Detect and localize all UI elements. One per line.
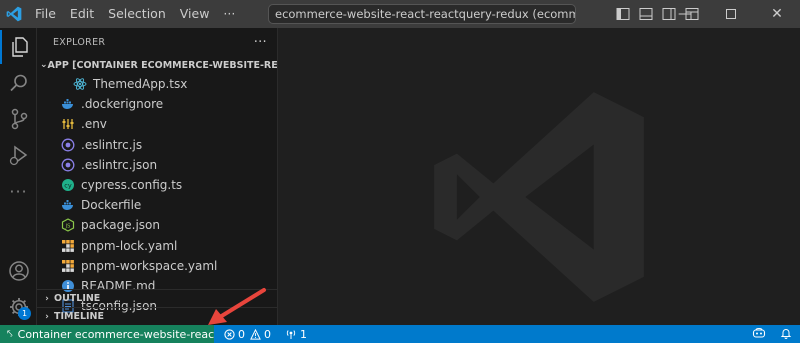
file-label: ThemedApp.tsx [93,77,188,92]
eslint-icon [61,138,75,152]
file-pnpm-workspace[interactable]: pnpm-workspace.yaml [37,256,277,276]
chevron-down-icon: ⌄ [40,60,48,70]
file-dockerignore[interactable]: .dockerignore [37,94,277,114]
file-tree: ThemedApp.tsx .dockerignore .env .eslint… [37,74,277,316]
file-label: .eslintrc.js [81,137,143,152]
vscode-watermark-icon [425,83,653,314]
title-bar: File Edit Selection View ··· ← → ecommer… [0,0,800,28]
menu-bar: File Edit Selection View ··· [28,0,242,28]
remote-icon: ⤣ [7,328,13,340]
file-label: Dockerfile [81,198,142,213]
docker-icon [61,97,75,111]
menu-file[interactable]: File [28,0,63,28]
vscode-logo-icon [0,0,28,28]
explorer-icon[interactable] [0,30,37,64]
activity-bar: ··· 1 [0,28,37,325]
react-icon [73,77,87,91]
window-controls: — ✕ [662,0,800,28]
status-bar: ⤣ Container ecommerce-website-react-reac… [0,325,800,343]
close-icon[interactable]: ✕ [754,0,800,28]
status-right-items [752,325,792,343]
chevron-right-icon: › [45,293,49,304]
explorer-title: EXPLORER [53,36,106,48]
accounts-icon[interactable] [0,254,37,288]
explorer-header: EXPLORER ··· [37,28,277,56]
file-env[interactable]: .env [37,114,277,134]
pnpm-icon [61,239,75,253]
outline-label: OUTLINE [54,293,101,304]
file-eslintrc-js[interactable]: .eslintrc.js [37,135,277,155]
editor-area[interactable] [278,28,800,325]
toggle-panel-icon[interactable] [635,3,657,25]
node-icon: JS [61,218,75,233]
file-themedapp[interactable]: ThemedApp.tsx [37,74,277,94]
ports-indicator[interactable]: 1 [285,328,307,341]
more-views-icon[interactable]: ··· [0,174,37,208]
remote-label: Container ecommerce-website-react-reactq… [17,327,214,341]
error-icon [224,328,235,340]
file-label: pnpm-lock.yaml [81,238,178,253]
maximize-icon[interactable] [708,0,754,28]
workspace-root-label: APP [CONTAINER ECOMMERCE-WEBSITE-REACT-R… [47,59,277,71]
file-label: cypress.config.ts [81,178,183,193]
file-label: .dockerignore [81,97,164,112]
file-label: package.json [81,218,161,233]
file-cypress-config[interactable]: cy cypress.config.ts [37,175,277,195]
menu-selection[interactable]: Selection [101,0,173,28]
command-center[interactable]: ecommerce-website-react-reactquery-redux… [268,4,576,24]
run-debug-icon[interactable] [0,138,37,172]
file-dockerfile[interactable]: Dockerfile [37,195,277,215]
search-icon[interactable] [0,66,37,100]
ports-count: 1 [300,327,307,341]
manage-badge: 1 [18,307,31,320]
broadcast-icon [286,330,296,339]
file-label: .eslintrc.json [81,157,158,172]
file-pnpm-lock[interactable]: pnpm-lock.yaml [37,236,277,256]
file-label: pnpm-workspace.yaml [81,258,218,273]
svg-text:JS: JS [65,224,71,230]
docker-icon [61,198,75,212]
cypress-icon: cy [61,178,75,192]
menu-view[interactable]: View [173,0,217,28]
explorer-more-button[interactable]: ··· [254,35,267,50]
explorer-sidebar: EXPLORER ··· ⌄ APP [CONTAINER ECOMMERCE-… [37,28,278,325]
eslint-icon [61,158,75,172]
pnpm-icon [61,259,75,273]
copilot-icon[interactable] [752,327,766,342]
timeline-label: TIMELINE [54,311,104,322]
menu-more[interactable]: ··· [216,0,242,28]
file-label: .env [81,117,107,132]
annotation-arrow [208,288,266,325]
notifications-bell-icon[interactable] [780,327,792,342]
file-package-json[interactable]: JS package.json [37,215,277,235]
env-icon [61,117,75,131]
manage-gear-icon[interactable]: 1 [0,290,37,324]
chevron-right-icon: › [45,311,49,322]
warning-icon [250,328,261,340]
svg-text:cy: cy [64,182,72,190]
workspace-root-header[interactable]: ⌄ APP [CONTAINER ECOMMERCE-WEBSITE-REACT… [37,56,277,74]
menu-edit[interactable]: Edit [63,0,101,28]
remote-indicator[interactable]: ⤣ Container ecommerce-website-react-reac… [0,325,214,343]
file-eslintrc-json[interactable]: .eslintrc.json [37,155,277,175]
source-control-icon[interactable] [0,102,37,136]
toggle-primary-sidebar-icon[interactable] [612,3,634,25]
minimize-icon[interactable]: — [662,0,708,28]
